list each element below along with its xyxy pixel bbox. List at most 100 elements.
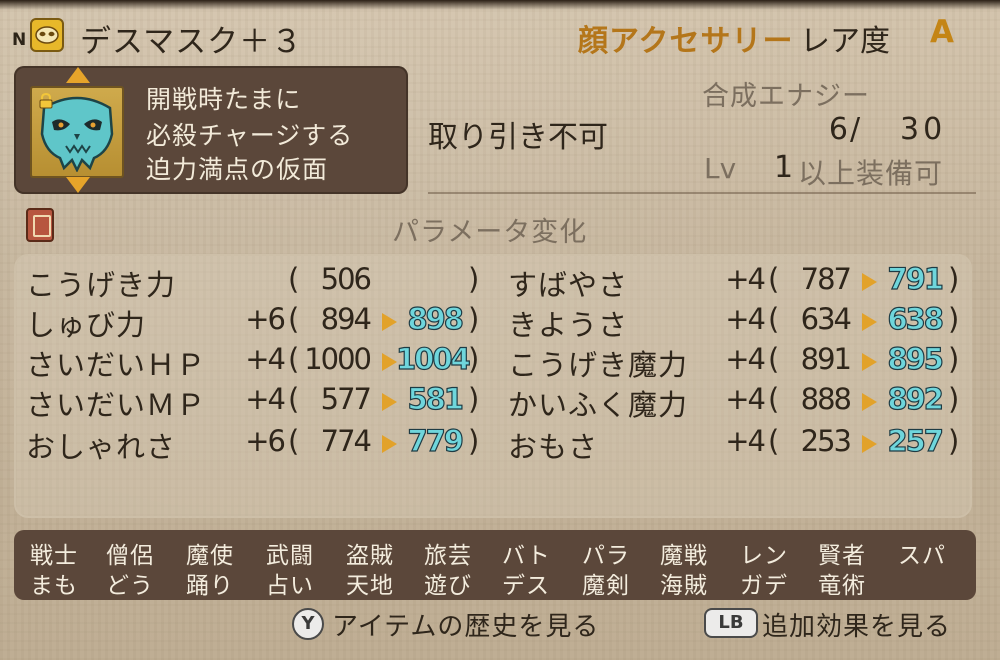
stat-current-value: 253 <box>800 424 852 458</box>
synthesis-energy-current: 6 <box>828 112 848 147</box>
job-label: まも <box>30 573 78 599</box>
stat-bonus: +4 <box>725 302 766 336</box>
synthesis-energy-max: 30 <box>900 112 947 147</box>
scroll-down-arrow-icon[interactable] <box>66 177 90 193</box>
stat-bonus: +4 <box>245 342 286 376</box>
stat-new-value: 791 <box>887 261 945 296</box>
stat-current-value: 634 <box>800 302 852 336</box>
job-label: 魔使 <box>186 543 234 569</box>
stat-paren-close: ) <box>468 262 480 296</box>
stat-bonus: +6 <box>245 302 286 336</box>
stat-current-value: 577 <box>320 382 372 416</box>
panel-top-edge <box>0 0 1000 10</box>
stat-name: さいだいＨＰ <box>26 348 207 382</box>
parameter-change-title: パラメータ変化 <box>392 217 588 248</box>
stat-paren-open: ( <box>768 302 780 336</box>
rarity-value: A <box>930 14 954 50</box>
stat-new-value: 892 <box>887 381 945 416</box>
stat-change-arrow-icon <box>382 313 397 331</box>
stat-paren-open: ( <box>288 302 300 336</box>
stat-change-arrow-icon <box>862 313 877 331</box>
stat-paren-close: ) <box>948 342 960 376</box>
stat-new-value: 898 <box>407 301 465 336</box>
job-label: バト <box>502 543 551 569</box>
stat-name: すばやさ <box>508 268 629 302</box>
stat-current-value: 506 <box>320 262 372 296</box>
lock-icon <box>38 92 54 109</box>
job-label: 竜術 <box>818 573 866 599</box>
stat-paren-open: ( <box>768 382 780 416</box>
scroll-up-arrow-icon[interactable] <box>66 67 90 83</box>
stat-name: こうげき力 <box>26 268 177 302</box>
y-button-icon[interactable]: Y <box>292 608 324 640</box>
stat-change-arrow-icon <box>382 435 397 453</box>
stat-new-value: 638 <box>887 301 945 336</box>
stat-paren-open: ( <box>288 342 300 376</box>
stat-current-value: 1000 <box>304 342 372 376</box>
level-value: 1 <box>774 150 794 185</box>
stat-bonus: +4 <box>725 342 766 376</box>
stat-name: おもさ <box>508 430 599 464</box>
mask-icon <box>30 18 64 52</box>
job-label: デス <box>502 573 550 599</box>
job-label: 遊び <box>424 573 472 599</box>
stat-new-value: 581 <box>407 381 465 416</box>
stat-name: しゅび力 <box>26 308 147 342</box>
stat-current-value: 891 <box>800 342 852 376</box>
additional-effects-button[interactable]: 追加効果を見る <box>762 606 951 643</box>
description-line-3: 迫力満点の仮面 <box>146 155 329 184</box>
job-label: 戦士 <box>30 543 78 569</box>
synthesis-energy-slash: / <box>850 112 861 147</box>
stat-paren-close: ) <box>468 302 480 336</box>
item-detail-panel: N デスマスク＋３ 顔アクセサリー レア度 A 開戦時たまに 必殺チャージする … <box>0 0 1000 660</box>
item-history-button[interactable]: アイテムの歴史を見る <box>332 606 599 643</box>
stat-change-arrow-icon <box>862 353 877 371</box>
stat-name: おしゃれさ <box>26 430 177 464</box>
job-label: 旅芸 <box>424 543 472 569</box>
stat-bonus: +4 <box>725 262 766 296</box>
job-label: 魔戦 <box>660 543 708 569</box>
description-line-1: 開戦時たまに <box>146 85 302 114</box>
stat-name: さいだいＭＰ <box>26 388 207 422</box>
job-label: 僧侶 <box>106 543 154 569</box>
job-label: 踊り <box>186 573 234 599</box>
info-divider <box>428 192 976 194</box>
stat-paren-close: ) <box>468 342 480 376</box>
stat-bonus: +4 <box>725 382 766 416</box>
level-requirement-text: 以上装備可 <box>798 157 944 190</box>
stat-current-value: 787 <box>800 262 852 296</box>
stat-current-value: 894 <box>320 302 372 336</box>
job-label: 賢者 <box>818 543 866 569</box>
stat-paren-close: ) <box>948 262 960 296</box>
stat-change-arrow-icon <box>862 393 877 411</box>
stat-paren-close: ) <box>948 382 960 416</box>
stat-new-value: 895 <box>887 341 945 376</box>
stat-paren-close: ) <box>468 424 480 458</box>
job-label: 盗賊 <box>346 543 394 569</box>
stat-paren-close: ) <box>468 382 480 416</box>
stat-paren-open: ( <box>288 424 300 458</box>
job-label: レン <box>740 543 788 569</box>
book-icon[interactable] <box>26 208 54 242</box>
rarity-label: レア度 <box>800 24 890 59</box>
stat-change-arrow-icon <box>862 435 877 453</box>
stat-name: こうげき魔力 <box>508 348 689 382</box>
stat-new-value: 779 <box>407 423 465 458</box>
stat-bonus: +4 <box>245 382 286 416</box>
stat-change-arrow-icon <box>862 273 877 291</box>
stat-paren-close: ) <box>948 302 960 336</box>
synthesis-energy-label: 合成エナジー <box>702 81 870 112</box>
stat-bonus: +6 <box>245 424 286 458</box>
lb-button-icon[interactable]: LB <box>704 608 758 638</box>
n-mark: N <box>12 30 27 50</box>
stat-bonus: +4 <box>725 424 766 458</box>
stat-name: かいふく魔力 <box>508 388 689 422</box>
job-label: 天地 <box>346 573 394 599</box>
description-line-2: 必殺チャージする <box>146 121 354 150</box>
stat-new-value: 1004 <box>395 341 471 376</box>
stat-paren-open: ( <box>768 342 780 376</box>
stat-paren-open: ( <box>288 382 300 416</box>
stat-new-value: 257 <box>887 423 945 458</box>
stat-paren-open: ( <box>768 424 780 458</box>
job-label: 魔剣 <box>582 573 630 599</box>
